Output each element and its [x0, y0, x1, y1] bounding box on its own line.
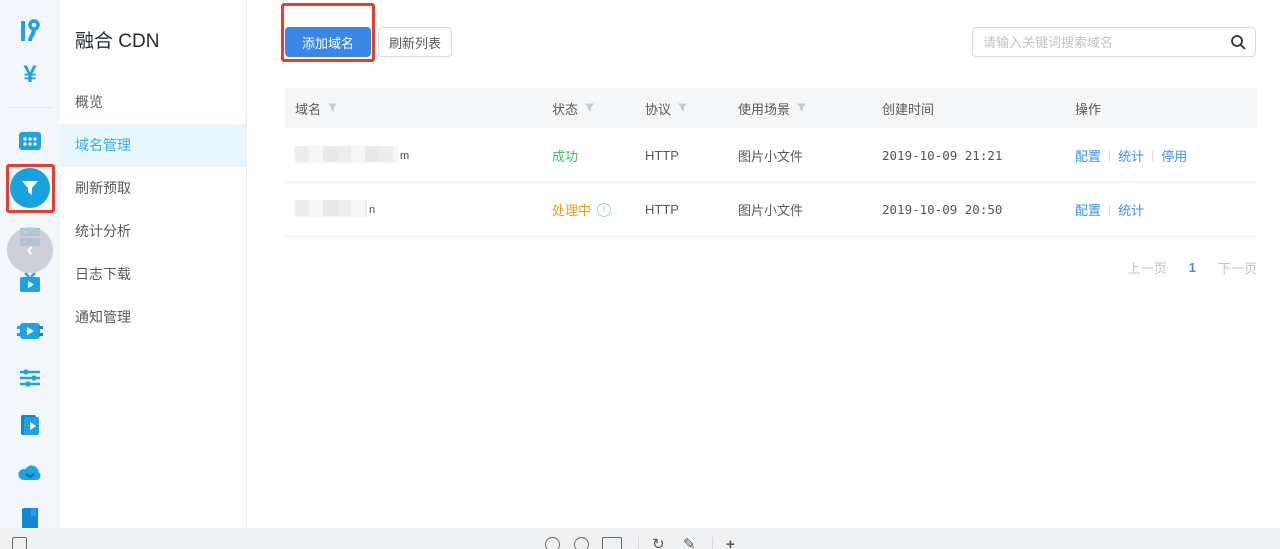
next-page-link[interactable]: 下一页 — [1218, 258, 1257, 277]
info-icon[interactable]: i — [597, 202, 612, 217]
filter-funnel-icon[interactable] — [584, 101, 595, 116]
created-time: 2019-10-09 21:21 — [882, 147, 1003, 163]
search-icon[interactable] — [1221, 34, 1255, 50]
header-scene: 使用场景 — [738, 99, 882, 118]
configure-link[interactable]: 配置 — [1075, 200, 1101, 219]
status-badge: 成功 — [552, 148, 579, 164]
disable-link[interactable]: 停用 — [1161, 146, 1187, 165]
domain-table: 域名 状态 协议 使用场景 创建时间 操作 m 成功 HTTP 图片小文件 20… — [285, 88, 1257, 237]
toolbar-divider — [712, 537, 713, 549]
filter-funnel-icon[interactable] — [327, 101, 338, 116]
current-page-number[interactable]: 1 — [1189, 260, 1196, 275]
tv-play-icon[interactable] — [0, 269, 60, 297]
domain-redaction-mosaic — [295, 145, 398, 162]
video-chip-icon[interactable] — [0, 317, 60, 345]
protocol-cell: HTTP — [645, 147, 679, 163]
table-row: n 处理中 i HTTP 图片小文件 2019-10-09 20:50 配置 |… — [285, 183, 1257, 237]
domain-cell: m — [285, 145, 552, 165]
action-separator: | — [1108, 148, 1112, 162]
main-content — [247, 0, 1280, 528]
refresh-list-button[interactable]: 刷新列表 — [378, 27, 452, 57]
fusion-cdn-console: ¥ ‹ 融合 CDN 概览 域名管理 刷新预取 统计分析 日志下载 通知管理 添… — [0, 0, 1280, 549]
add-icon[interactable]: + — [726, 537, 735, 549]
table-header-row: 域名 状态 协议 使用场景 创建时间 操作 — [285, 88, 1257, 128]
domain-cell: n — [285, 200, 552, 219]
filter-funnel-icon[interactable] — [796, 101, 807, 116]
filter-funnel-icon[interactable] — [677, 101, 688, 116]
cloud-icon[interactable] — [0, 459, 60, 487]
sidebar: 融合 CDN 概览 域名管理 刷新预取 统计分析 日志下载 通知管理 — [60, 0, 247, 528]
action-separator: | — [1151, 148, 1155, 162]
scene-cell: 图片小文件 — [738, 203, 804, 218]
rail-divider — [8, 107, 52, 108]
cdn-funnel-icon[interactable] — [0, 168, 60, 208]
search-box — [972, 27, 1256, 57]
annotate-pencil-icon[interactable]: ✎ — [683, 537, 696, 549]
header-status: 状态 — [552, 99, 645, 118]
header-created: 创建时间 — [882, 101, 935, 117]
viewer-toolbar: ↻ ✎ + — [0, 528, 1280, 549]
cdn-funnel-icon-circle — [10, 168, 50, 208]
currency-yen-icon[interactable]: ¥ — [0, 61, 60, 89]
header-domain: 域名 — [285, 99, 552, 118]
zoom-in-icon[interactable] — [574, 537, 589, 549]
redacted-domain: n — [295, 200, 375, 216]
collapse-chevron-icon: ‹ — [26, 238, 34, 261]
actions-cell: 配置 | 统计 — [1075, 200, 1257, 219]
viewer-frame-icon[interactable] — [12, 537, 27, 549]
product-title: 融合 CDN — [75, 31, 160, 52]
sidebar-item-domain-management[interactable]: 域名管理 — [60, 124, 246, 167]
collapse-sidebar-button[interactable]: ‹ — [7, 227, 53, 273]
prev-page-link[interactable]: 上一页 — [1128, 258, 1167, 277]
logo-r-icon[interactable] — [0, 17, 60, 45]
protocol-cell: HTTP — [645, 202, 679, 217]
sidebar-item-statistics[interactable]: 统计分析 — [60, 210, 246, 253]
scene-cell: 图片小文件 — [738, 148, 804, 164]
zoom-out-icon[interactable] — [545, 537, 560, 549]
status-badge: 处理中 i — [552, 200, 645, 219]
rotate-icon[interactable]: ↻ — [652, 537, 665, 549]
header-actions: 操作 — [1075, 101, 1102, 117]
statistics-link[interactable]: 统计 — [1118, 146, 1144, 165]
add-domain-button[interactable]: 添加域名 — [285, 27, 371, 57]
sidebar-item-overview[interactable]: 概览 — [60, 81, 246, 124]
sliders-icon[interactable] — [0, 364, 60, 392]
redacted-domain: m — [295, 145, 409, 162]
sidebar-item-refresh-prefetch[interactable]: 刷新预取 — [60, 167, 246, 210]
doc-play-icon[interactable] — [0, 411, 60, 439]
header-protocol: 协议 — [645, 99, 738, 118]
fit-width-icon[interactable] — [602, 537, 622, 549]
domain-redaction-mosaic — [295, 200, 367, 216]
search-input[interactable] — [973, 34, 1221, 50]
sidebar-menu: 概览 域名管理 刷新预取 统计分析 日志下载 通知管理 — [60, 81, 246, 339]
action-separator: | — [1108, 202, 1112, 217]
actions-cell: 配置 | 统计 | 停用 — [1075, 146, 1257, 165]
statistics-link[interactable]: 统计 — [1118, 200, 1144, 219]
configure-link[interactable]: 配置 — [1075, 146, 1101, 165]
sidebar-item-notification[interactable]: 通知管理 — [60, 296, 246, 339]
table-row: m 成功 HTTP 图片小文件 2019-10-09 21:21 配置 | 统计… — [285, 128, 1257, 183]
grid-keypad-icon[interactable] — [0, 127, 60, 155]
sidebar-item-log-download[interactable]: 日志下载 — [60, 253, 246, 296]
toolbar-divider — [638, 537, 639, 549]
created-time: 2019-10-09 20:50 — [882, 202, 1003, 217]
pagination: 上一页 1 下一页 — [1128, 258, 1257, 277]
